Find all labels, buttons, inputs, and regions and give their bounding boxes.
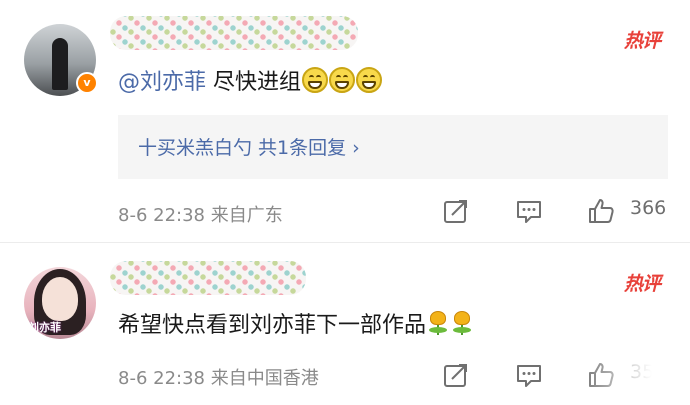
view-replies-link[interactable]: 十买米羔白勺 共1条回复 ›: [138, 133, 360, 160]
grin-emoji-icon: [302, 67, 329, 93]
share-icon[interactable]: [442, 361, 470, 389]
like-count: 366: [630, 197, 667, 219]
grin-emoji-icon: [329, 67, 356, 93]
comment-feed: v 热评 @刘亦菲 尽快进组 十买米羔白勺 共1条回复 › 8-6 22:38 …: [0, 0, 690, 405]
avatar-tag: 刘亦菲: [28, 321, 61, 334]
comment-text: 希望快点看到刘亦菲下一部作品: [118, 307, 474, 339]
comment-actions: 357: [0, 359, 690, 393]
reply-summary-box[interactable]: 十买米羔白勺 共1条回复 ›: [118, 115, 668, 179]
username-blurred[interactable]: [110, 261, 306, 295]
hot-comment-badge: 热评: [623, 273, 661, 295]
comment-card: v 热评 @刘亦菲 尽快进组 十买米羔白勺 共1条回复 › 8-6 22:38 …: [0, 0, 690, 240]
comment-body: 尽快进组: [206, 70, 302, 95]
comment-card: 刘亦菲 热评 希望快点看到刘亦菲下一部作品 8-6 22:38 来自中国香港 3…: [0, 243, 690, 405]
watermark-fade: [580, 359, 690, 393]
avatar-figure: [52, 38, 68, 90]
yellow-flower-emoji-icon: [450, 310, 474, 336]
comment-icon[interactable]: [515, 361, 543, 389]
yellow-flower-emoji-icon: [426, 310, 450, 336]
avatar-face: [42, 277, 78, 321]
avatar[interactable]: 刘亦菲: [24, 267, 96, 339]
comment-text: @刘亦菲 尽快进组: [118, 64, 383, 96]
share-icon[interactable]: [442, 197, 470, 225]
comment-body: 希望快点看到刘亦菲下一部作品: [118, 313, 427, 338]
username-blurred[interactable]: [110, 16, 358, 50]
comment-actions: 366: [0, 195, 690, 229]
grin-emoji-icon: [356, 67, 383, 93]
hot-comment-badge: 热评: [623, 30, 661, 52]
like-icon[interactable]: [587, 197, 615, 225]
verified-badge-icon: v: [76, 72, 98, 94]
mention-link[interactable]: @刘亦菲: [118, 70, 206, 95]
comment-icon[interactable]: [515, 197, 543, 225]
